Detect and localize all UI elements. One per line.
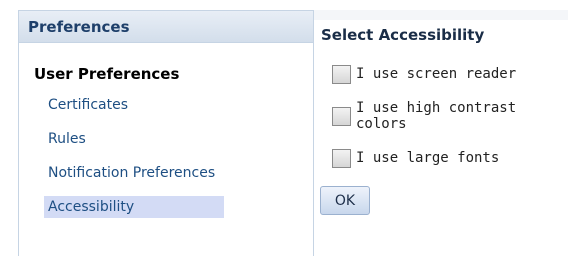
preferences-nav-panel: Preferences User Preferences Certificate… [18,10,314,256]
user-preferences-heading: User Preferences [34,65,180,83]
large-fonts-checkbox[interactable] [332,148,351,168]
accessibility-panel-header [314,10,568,20]
nav-item-accessibility[interactable]: Accessibility [44,196,224,218]
screen-reader-checkbox[interactable] [332,64,351,84]
high-contrast-label: I use high contrast colors [356,100,517,132]
high-contrast-option[interactable]: I use high contrast colors [332,100,568,132]
nav-item-rules[interactable]: Rules [44,128,86,150]
large-fonts-label: I use large fonts [356,150,500,166]
screen-reader-option[interactable]: I use screen reader [332,64,516,84]
high-contrast-checkbox[interactable] [332,106,351,126]
nav-panel-title: Preferences [28,18,130,36]
preferences-page: Preferences User Preferences Certificate… [0,0,568,256]
accessibility-panel-title: Select Accessibility [321,26,485,44]
accessibility-panel: Select Accessibility I use screen reader… [314,10,568,256]
nav-panel-header: Preferences [19,11,313,43]
large-fonts-option[interactable]: I use large fonts [332,148,499,168]
nav-item-notification-preferences[interactable]: Notification Preferences [44,162,215,184]
screen-reader-label: I use screen reader [356,66,517,82]
nav-item-certificates[interactable]: Certificates [44,94,128,116]
ok-button[interactable]: OK [320,186,370,215]
